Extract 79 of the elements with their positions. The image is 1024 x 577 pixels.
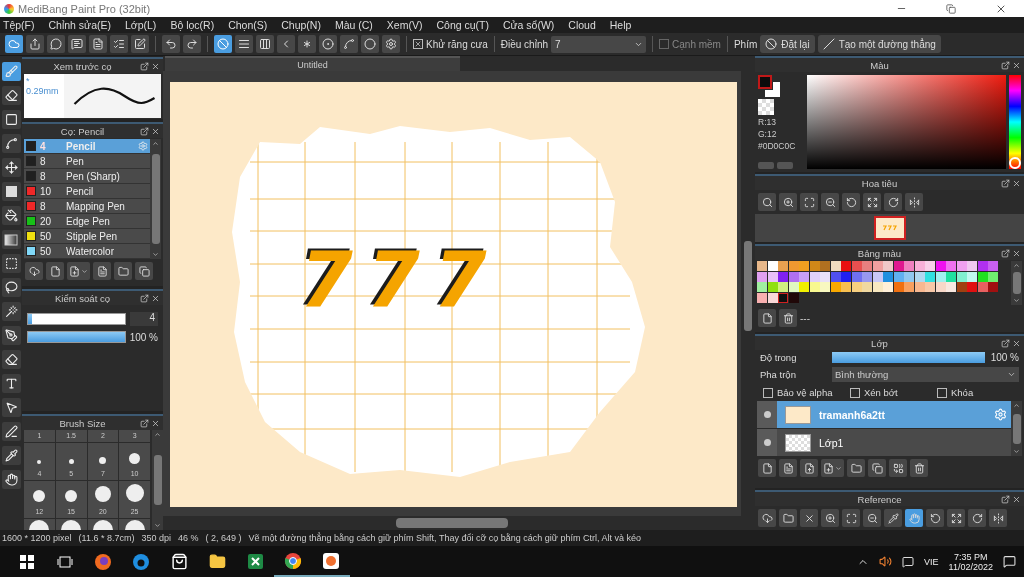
size-field[interactable]: 4 [130, 312, 158, 326]
panel-title: Reference [856, 493, 903, 505]
menu-item[interactable]: Tệp(F) [3, 19, 35, 31]
status-text: 46 % [177, 533, 199, 543]
brush-name: Mapping Pen [66, 200, 126, 212]
menu-item[interactable]: Cloud [568, 19, 596, 31]
brush-size: 8 [40, 200, 47, 212]
correction-label: Điều chỉnh [500, 38, 549, 50]
menu-item[interactable]: Help [609, 19, 632, 31]
antialias-label: Khử răng cưa [426, 38, 488, 50]
brush-name: Pencil [66, 140, 97, 152]
menu-item[interactable]: Chỉnh sửa(E) [48, 19, 111, 31]
menu-item[interactable]: Chọn(S) [228, 19, 268, 31]
brush-size: 8 [40, 170, 47, 182]
layer-row[interactable]: Lớp1 [757, 429, 1011, 456]
window-title: MediBang Paint Pro (32bit) [18, 2, 152, 15]
menu-item[interactable]: Cửa sổ(W) [502, 19, 555, 31]
opacity-value: 100 % [990, 352, 1019, 363]
language-indicator[interactable]: VIE [924, 556, 939, 567]
brush-size: 50 [40, 245, 53, 257]
status-text: 1600 * 1200 pixel [2, 533, 72, 543]
soft-edge-label: Cạnh mềm [672, 38, 721, 50]
layer-option-checkbox[interactable]: Khóa [937, 387, 1016, 398]
brush-list-item[interactable]: 8 Pen [24, 154, 150, 169]
brush-list-item[interactable]: 50 Watercolor [24, 244, 150, 259]
brush-list-item[interactable]: 20 Edge Pen [24, 214, 150, 229]
brush-list-item[interactable]: 50 Stipple Pen [24, 229, 150, 244]
brush-name: Pen [66, 155, 85, 167]
panel-title: Hoa tiêu [860, 177, 899, 189]
panel-title: Màu [869, 59, 890, 71]
layer-option-checkbox[interactable]: Bảo vệ alpha [763, 387, 842, 398]
blend-label: Pha trộn [760, 369, 797, 380]
layer-name: Lớp1 [819, 436, 845, 449]
brush-name: Stipple Pen [66, 230, 119, 242]
brush-size: 4 [40, 140, 47, 152]
menu-item[interactable]: Lớp(L) [124, 19, 157, 31]
menu-item[interactable]: Xem(V) [386, 19, 423, 31]
document-tab[interactable]: Untitled [165, 56, 460, 71]
panel-title: Lớp [870, 337, 889, 349]
menu-item[interactable]: Chụp(N) [281, 19, 321, 31]
status-text: ( 2, 649 ) [205, 533, 242, 543]
canvas-artwork-text: 777 [300, 242, 501, 318]
brush-size: 10 [40, 185, 53, 197]
panel-title: Brush Size [58, 417, 107, 429]
blend-mode-dropdown[interactable]: Bình thường [832, 367, 1019, 382]
brush-size-readout: * 0.29mm [24, 74, 64, 118]
correction-dropdown[interactable]: 7 [551, 35, 647, 53]
status-text: Vẽ một đường thẳng bằng cách giữ phím Shift, Thay đổi cỡ cọ bằng cách giữ phím Ctrl, Alt và kéo [248, 533, 641, 543]
panel-title: Cọ: Pencil [59, 125, 106, 137]
status-text: 350 dpi [141, 533, 171, 543]
brush-name: Pencil [66, 185, 95, 197]
brush-list-item[interactable]: 8 Mapping Pen [24, 199, 150, 214]
panel-title: Bảng màu [856, 247, 903, 259]
rgb-readout: G:12 [758, 129, 778, 139]
brush-list-item[interactable]: 10 Pencil [24, 184, 150, 199]
rgb-readout: R:13 [758, 117, 777, 127]
menu-item[interactable]: Màu (C) [334, 19, 373, 31]
brush-size: 20 [40, 215, 53, 227]
opacity-label: Độ trong [760, 352, 798, 363]
panel-title: Kiểm soát cọ [54, 292, 111, 304]
keys-label: Phím [733, 38, 758, 50]
toolbar-button[interactable]: Đặt lại [760, 35, 815, 53]
brush-name: Pen (Sharp) [66, 170, 121, 182]
panel-title: Xem trước cọ [52, 60, 113, 72]
brush-name: Watercolor [66, 245, 115, 257]
toolbar-button[interactable]: Tạo một đường thẳng [817, 35, 941, 53]
layer-name: tramanh6a2tt [819, 408, 886, 421]
menu-item[interactable]: Công cụ(T) [436, 19, 489, 31]
brush-list-item[interactable]: 8 Pen (Sharp) [24, 169, 150, 184]
palette-name: --- [800, 312, 810, 324]
menu-item[interactable]: Bộ lọc(R) [170, 19, 215, 31]
brush-name: Edge Pen [66, 215, 111, 227]
opacity-value: 100 % [129, 331, 158, 343]
hex-readout: #0D0C0C [758, 141, 797, 151]
clock[interactable]: 7:35 PM 11/02/2022 [948, 551, 993, 572]
layer-option-checkbox[interactable]: Xén bớt [850, 387, 929, 398]
brush-size: 8 [40, 155, 47, 167]
brush-size: 50 [40, 230, 53, 242]
status-text: (11.6 * 8.7cm) [78, 533, 135, 543]
